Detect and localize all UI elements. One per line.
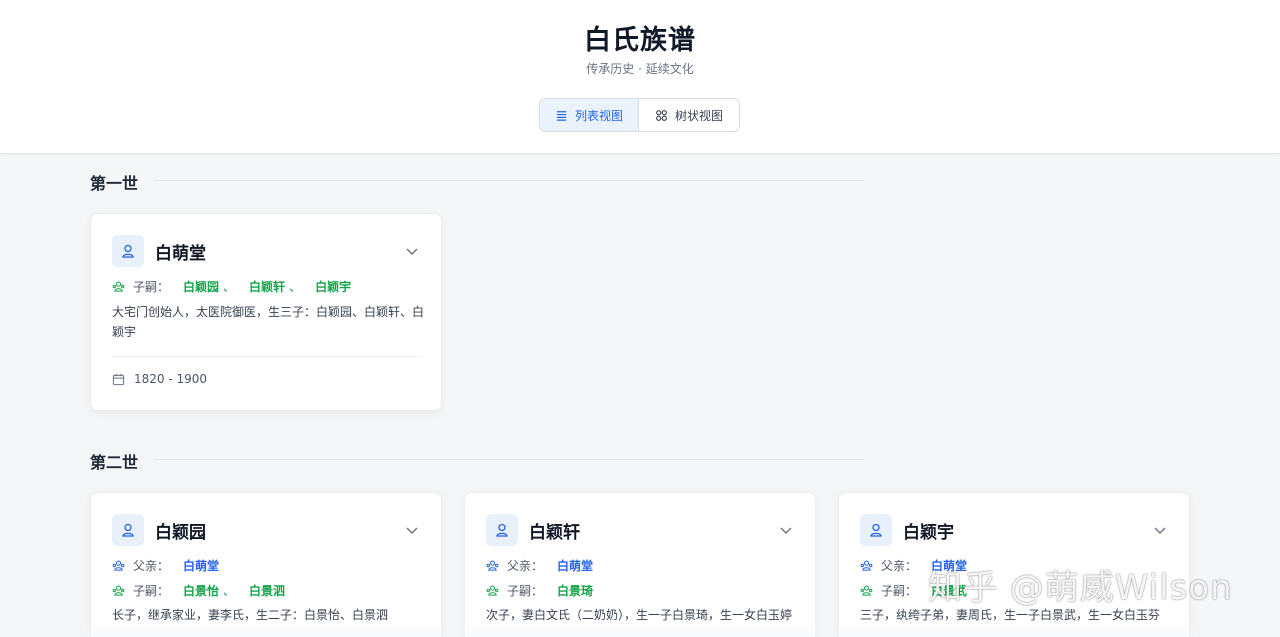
page-header: 白氏族谱 传承历史 · 延续文化 列表视图 树状视图 [0,0,1280,154]
member-card[interactable]: 白颖园 父亲： 白萌堂 子嗣： 白景怡 、 白景泗 长子，继承家业，妻李氏，生二… [90,492,442,637]
avatar [112,514,144,546]
people-icon [486,560,499,571]
watermark: 知乎 @萌威Wilson [928,568,1233,608]
member-name: 白颖园 [155,523,206,543]
children-row: 子嗣： 白景怡 、 白景泗 [112,582,285,599]
avatar [486,514,518,546]
father-label: 父亲： [133,559,170,573]
member-years: 1820 - 1900 [134,372,208,386]
father-row: 父亲： 白萌堂 [486,557,593,574]
child-link[interactable]: 白景泗 [249,582,285,599]
people-icon [112,585,125,596]
father-row: 父亲： 白萌堂 [112,557,219,574]
child-link[interactable]: 白颖轩 [249,278,285,295]
page-title: 白氏族谱 [584,25,696,56]
page-subtitle: 传承历史 · 延续文化 [586,62,694,76]
children-label: 子嗣： [881,584,918,598]
chevron-down-icon[interactable] [405,244,419,258]
user-icon [122,523,134,537]
calendar-icon [112,373,125,385]
people-icon [860,585,873,596]
children-row: 子嗣： 白景琦 [486,582,593,599]
people-icon [486,585,499,596]
view-toggle: 列表视图 树状视图 [539,98,740,132]
tree-view-button[interactable]: 树状视图 [639,99,739,131]
child-link[interactable]: 白颖宇 [315,278,351,295]
generation-heading: 第二世 [90,453,139,472]
father-link[interactable]: 白萌堂 [557,557,593,574]
separator: 、 [223,280,236,294]
generation-heading: 第一世 [90,174,139,193]
user-icon [870,523,882,537]
children-row: 子嗣： 白颖园 、 白颖轩 、 白颖宇 [112,278,351,295]
card-divider [112,356,422,357]
user-icon [496,523,508,537]
father-label: 父亲： [507,559,544,573]
member-name: 白萌堂 [155,244,206,264]
avatar [860,514,892,546]
list-view-button[interactable]: 列表视图 [540,99,640,131]
father-label: 父亲： [881,559,918,573]
people-icon [112,281,125,292]
child-link[interactable]: 白景怡 [183,582,219,599]
separator: 、 [223,584,236,598]
member-name: 白颖宇 [903,523,954,543]
member-name: 白颖轩 [529,523,580,543]
children-label: 子嗣： [507,584,544,598]
children-label: 子嗣： [133,280,170,294]
member-description: 大宅门创始人，太医院御医，生三子：白颖园、白颖轩、白颖宇 [112,305,425,339]
grid-icon [656,109,667,121]
bottom-fade [0,620,1280,637]
children-label: 子嗣： [133,584,170,598]
divider [155,180,865,181]
list-view-label: 列表视图 [575,108,624,123]
chevron-down-icon[interactable] [1153,523,1167,537]
avatar [112,235,144,267]
father-link[interactable]: 白萌堂 [183,557,219,574]
list-icon [556,110,567,121]
date-row: 1820 - 1900 [112,372,207,386]
tree-view-label: 树状视图 [675,108,724,123]
member-card[interactable]: 白颖轩 父亲： 白萌堂 子嗣： 白景琦 次子，妻白文氏（二奶奶），生一子白景琦，… [464,492,816,637]
child-link[interactable]: 白景琦 [557,582,593,599]
chevron-down-icon[interactable] [779,523,793,537]
separator: 、 [289,280,302,294]
people-icon [860,560,873,571]
divider [155,459,865,460]
chevron-down-icon[interactable] [405,523,419,537]
child-link[interactable]: 白颖园 [183,278,219,295]
user-icon [122,244,134,258]
people-icon [112,560,125,571]
member-card[interactable]: 白萌堂 子嗣： 白颖园 、 白颖轩 、 白颖宇 大宅门创始人，太医院御医，生三子… [90,213,442,411]
